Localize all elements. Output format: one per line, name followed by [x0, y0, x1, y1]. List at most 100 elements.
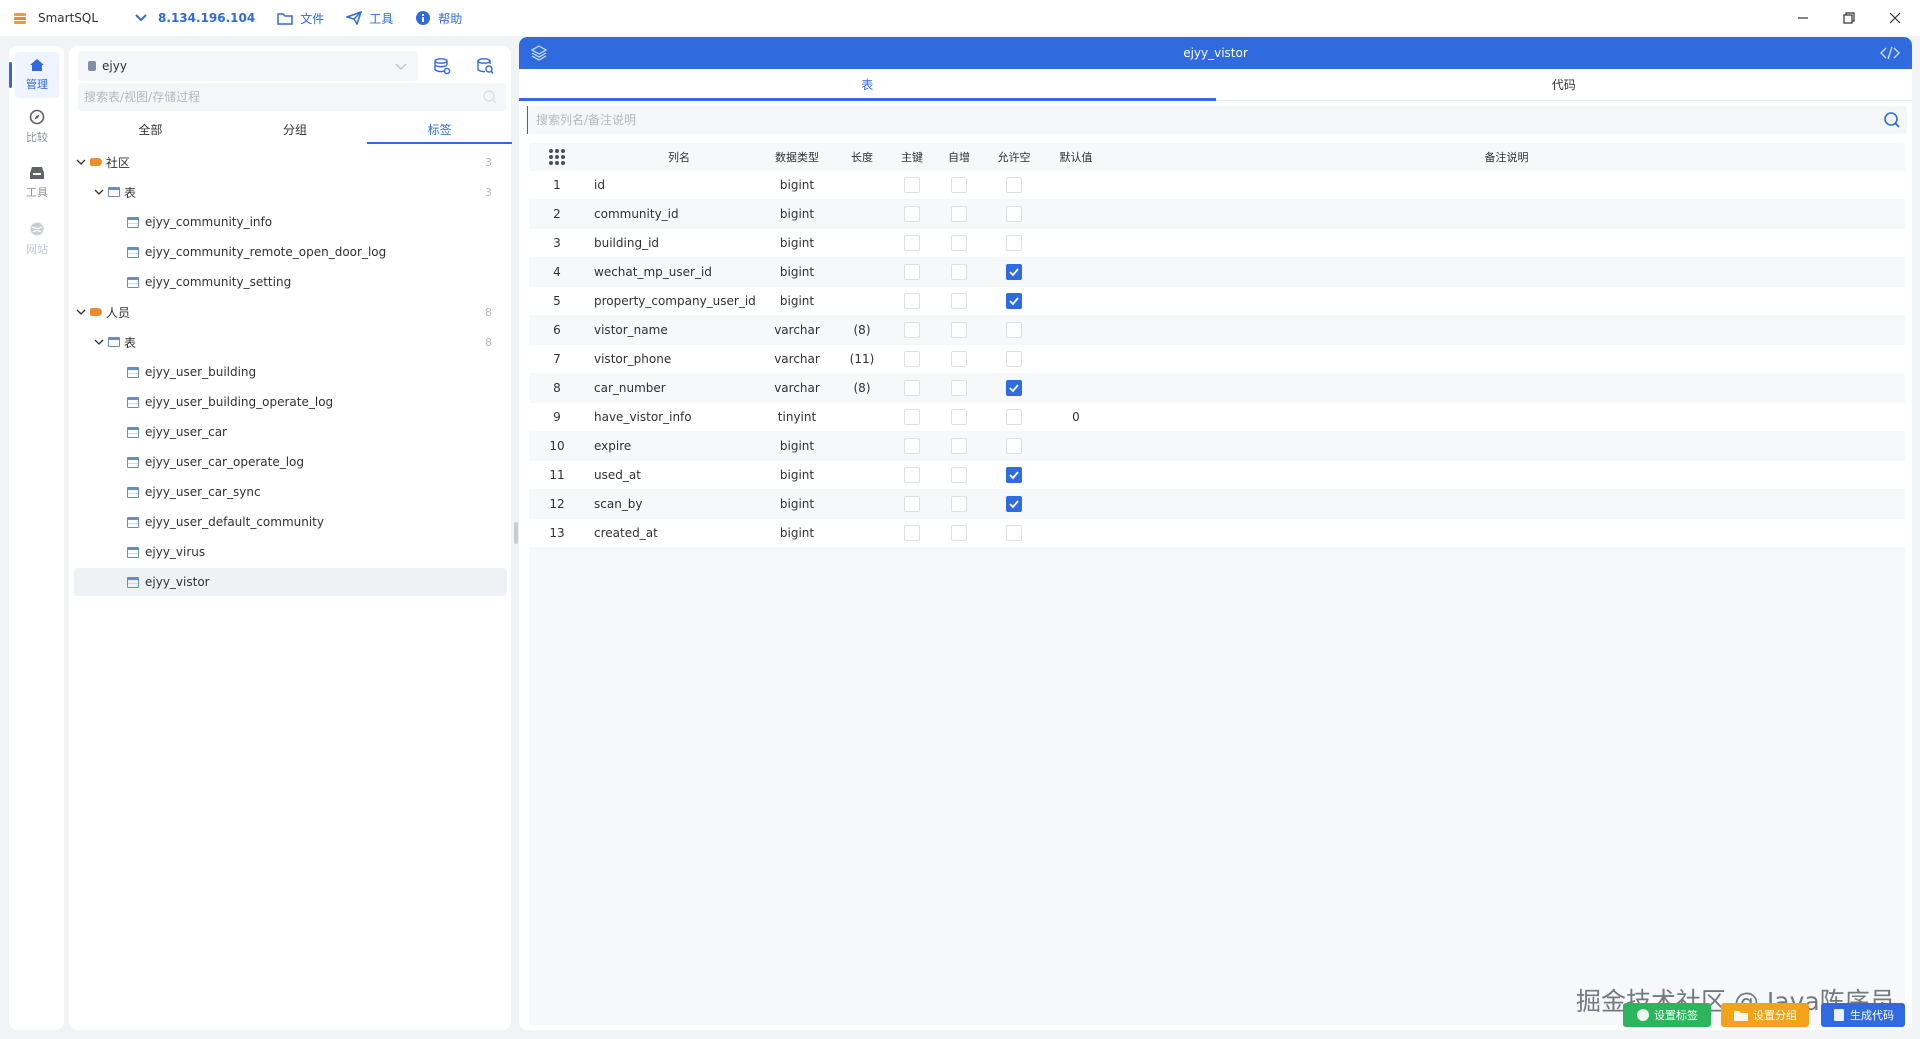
set-tag-button[interactable]: 设置标签 [1623, 1003, 1711, 1027]
table-row[interactable]: 1 id bigint [529, 171, 1905, 199]
tree-count: 3 [485, 185, 492, 199]
object-search-input[interactable] [78, 83, 506, 111]
button-label: 设置分组 [1753, 1009, 1797, 1022]
table-row[interactable]: 11 used_at bigint [529, 461, 1905, 489]
tree-folder-tables[interactable]: 表 8 [74, 328, 507, 356]
tree-table-item[interactable]: ejyy_community_info [74, 208, 507, 236]
nullable-checkbox[interactable] [1006, 293, 1022, 309]
set-group-button[interactable]: 设置分组 [1721, 1003, 1809, 1027]
primary-key-checkbox[interactable] [904, 206, 920, 222]
nullable-checkbox[interactable] [1006, 496, 1022, 512]
close-button[interactable] [1872, 0, 1918, 36]
tree-table-item[interactable]: ejyy_virus [74, 538, 507, 566]
tree-table-item[interactable]: ejyy_community_setting [74, 268, 507, 296]
primary-key-checkbox[interactable] [904, 525, 920, 541]
tree-tag-people[interactable]: 人员 8 [74, 298, 507, 326]
nullable-checkbox[interactable] [1006, 351, 1022, 367]
table-row[interactable]: 8 car_number varchar (8) [529, 374, 1905, 402]
auto-increment-checkbox[interactable] [951, 438, 967, 454]
auto-increment-checkbox[interactable] [951, 467, 967, 483]
table-row[interactable]: 7 vistor_phone varchar (11) [529, 345, 1905, 373]
menu-tools[interactable]: 工具 [346, 10, 393, 27]
rail-item-compare[interactable]: 比较 [15, 104, 59, 150]
nullable-checkbox[interactable] [1006, 322, 1022, 338]
table-row[interactable]: 6 vistor_name varchar (8) [529, 316, 1905, 344]
minimize-button[interactable] [1780, 0, 1826, 36]
tree-tag-community[interactable]: 社区 3 [74, 148, 507, 176]
tree-label: 人员 [106, 305, 131, 320]
generate-code-button[interactable]: 生成代码 [1821, 1003, 1905, 1027]
column-search-input[interactable] [527, 106, 1907, 134]
nullable-checkbox[interactable] [1006, 264, 1022, 280]
auto-increment-checkbox[interactable] [951, 409, 967, 425]
table-row[interactable]: 12 scan_by bigint [529, 490, 1905, 518]
auto-increment-checkbox[interactable] [951, 264, 967, 280]
nullable-checkbox[interactable] [1006, 525, 1022, 541]
database-select[interactable]: ejyy [78, 51, 418, 81]
table-row[interactable]: 9 have_vistor_info tinyint 0 [529, 403, 1905, 431]
nullable-checkbox[interactable] [1006, 409, 1022, 425]
primary-key-checkbox[interactable] [904, 380, 920, 396]
header-length: 长度 [851, 151, 873, 164]
tab-code[interactable]: 代码 [1216, 69, 1913, 100]
primary-key-checkbox[interactable] [904, 235, 920, 251]
rail-item-tools[interactable]: 工具 [15, 160, 59, 206]
primary-key-checkbox[interactable] [904, 322, 920, 338]
auto-increment-checkbox[interactable] [951, 206, 967, 222]
auto-increment-checkbox[interactable] [951, 322, 967, 338]
tab-group[interactable]: 分组 [223, 114, 368, 144]
primary-key-checkbox[interactable] [904, 438, 920, 454]
table-row[interactable]: 13 created_at bigint [529, 519, 1905, 547]
restore-button[interactable] [1826, 0, 1872, 36]
tree-folder-tables[interactable]: 表 3 [74, 178, 507, 206]
table-row[interactable]: 10 expire bigint [529, 432, 1905, 460]
nullable-checkbox[interactable] [1006, 177, 1022, 193]
connection-selector[interactable]: 8.134.196.104 [134, 11, 255, 25]
tree-table-item[interactable]: ejyy_user_car [74, 418, 507, 446]
auto-increment-checkbox[interactable] [951, 177, 967, 193]
rail-item-manage[interactable]: 管理 [9, 52, 59, 98]
tab-tag[interactable]: 标签 [367, 114, 512, 144]
primary-key-checkbox[interactable] [904, 409, 920, 425]
code-icon[interactable] [1880, 45, 1900, 61]
tree-table-item[interactable]: ejyy_user_building_operate_log [74, 388, 507, 416]
search-icon[interactable] [1883, 111, 1901, 129]
menu-help[interactable]: 帮助 [415, 10, 462, 27]
primary-key-checkbox[interactable] [904, 351, 920, 367]
column-menu-button[interactable] [529, 143, 585, 171]
tree-table-item[interactable]: ejyy_user_car_operate_log [74, 448, 507, 476]
tree-table-item[interactable]: ejyy_user_car_sync [74, 478, 507, 506]
auto-increment-checkbox[interactable] [951, 525, 967, 541]
table-row[interactable]: 3 building_id bigint [529, 229, 1905, 257]
nullable-checkbox[interactable] [1006, 438, 1022, 454]
panel-splitter-handle[interactable] [514, 522, 518, 544]
primary-key-checkbox[interactable] [904, 496, 920, 512]
refresh-database-button[interactable] [431, 55, 453, 77]
tab-table[interactable]: 表 [519, 69, 1216, 101]
tree-table-item-selected[interactable]: ejyy_vistor [74, 568, 507, 596]
primary-key-checkbox[interactable] [904, 177, 920, 193]
primary-key-checkbox[interactable] [904, 467, 920, 483]
nullable-checkbox[interactable] [1006, 235, 1022, 251]
auto-increment-checkbox[interactable] [951, 351, 967, 367]
table-row[interactable]: 5 property_company_user_id bigint [529, 287, 1905, 315]
tree-table-item[interactable]: ejyy_user_default_community [74, 508, 507, 536]
nullable-checkbox[interactable] [1006, 467, 1022, 483]
menu-file[interactable]: 文件 [277, 10, 324, 27]
auto-increment-checkbox[interactable] [951, 235, 967, 251]
auto-increment-checkbox[interactable] [951, 293, 967, 309]
tab-all[interactable]: 全部 [78, 114, 223, 144]
tree-table-item[interactable]: ejyy_community_remote_open_door_log [74, 238, 507, 266]
auto-increment-checkbox[interactable] [951, 380, 967, 396]
tree-table-item[interactable]: ejyy_user_building [74, 358, 507, 386]
table-row[interactable]: 4 wechat_mp_user_id bigint [529, 258, 1905, 286]
search-database-button[interactable] [474, 55, 496, 77]
primary-key-checkbox[interactable] [904, 293, 920, 309]
auto-increment-checkbox[interactable] [951, 496, 967, 512]
rail-item-website[interactable]: 网站 [15, 216, 59, 262]
primary-key-checkbox[interactable] [904, 264, 920, 280]
column-name: used_at [594, 468, 641, 482]
table-row[interactable]: 2 community_id bigint [529, 200, 1905, 228]
nullable-checkbox[interactable] [1006, 380, 1022, 396]
nullable-checkbox[interactable] [1006, 206, 1022, 222]
